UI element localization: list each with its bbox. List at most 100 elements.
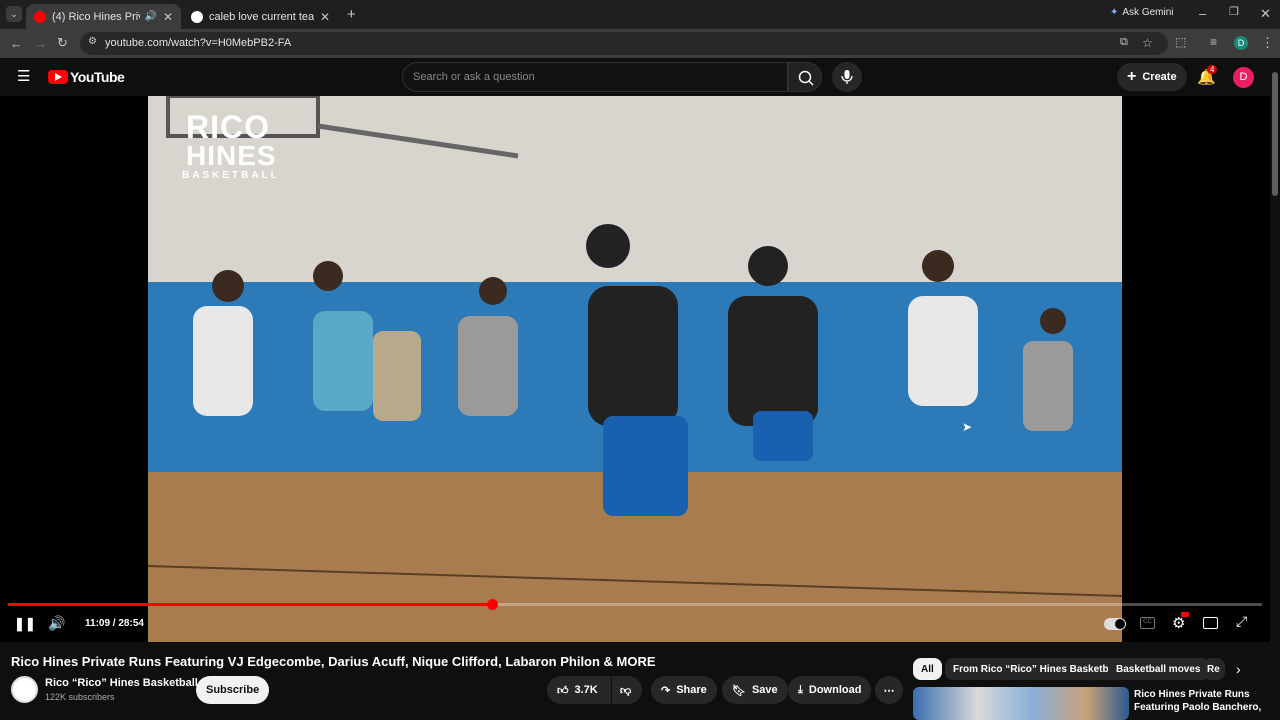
watermark-line3: BASKETBALL bbox=[182, 170, 280, 181]
browser-tab-bar: ⌄ (4) Rico Hines Private Runs 🔊 ✕ caleb … bbox=[0, 0, 1280, 29]
thumbs-down-icon: 👎︎ bbox=[620, 684, 632, 697]
tab-rico-hines[interactable]: (4) Rico Hines Private Runs 🔊 ✕ bbox=[26, 4, 181, 29]
download-icon: ⤓ bbox=[798, 683, 803, 696]
time-display: 11:09 / 28:54 bbox=[85, 618, 144, 629]
dislike-button[interactable]: 👎︎ bbox=[612, 676, 642, 704]
back-icon[interactable]: ← bbox=[10, 37, 23, 50]
like-button[interactable]: 👍︎ 3.7K bbox=[547, 676, 611, 704]
channel-avatar[interactable] bbox=[11, 676, 38, 703]
chevron-right-icon: › bbox=[1236, 661, 1241, 677]
audio-playing-icon[interactable]: 🔊 bbox=[144, 11, 156, 22]
url-text: youtube.com/watch?v=H0MebPB2-FA bbox=[105, 37, 292, 49]
channel-name[interactable]: Rico “Rico” Hines Basketball bbox=[45, 677, 198, 689]
subscriber-count: 122K subscribers bbox=[45, 692, 115, 702]
pause-icon: ❚❚ bbox=[14, 616, 36, 631]
search-input[interactable]: Search or ask a question bbox=[402, 62, 788, 92]
chip-partial[interactable]: Re bbox=[1203, 658, 1225, 680]
video-player[interactable]: RICO HINES BASKETBALL ➤ ❚❚ 🔊 11:09 / 28:… bbox=[0, 96, 1270, 642]
chip-label: From Rico “Rico” Hines Basketball bbox=[953, 663, 1120, 675]
save-label: Save bbox=[751, 684, 778, 696]
account-avatar[interactable]: D bbox=[1233, 67, 1254, 88]
thumbs-up-icon: 👍︎ bbox=[557, 684, 569, 697]
theater-mode-button[interactable] bbox=[1203, 617, 1218, 629]
tab-search-icon[interactable]: ⌄ bbox=[6, 6, 22, 22]
extensions-icon[interactable]: ⬚ bbox=[1175, 36, 1186, 48]
youtube-play-logo-icon bbox=[48, 70, 68, 84]
progress-bar[interactable] bbox=[8, 599, 1262, 610]
download-button[interactable]: ⤓ Download bbox=[788, 676, 872, 704]
cc-icon: CC bbox=[1143, 619, 1152, 625]
address-bar[interactable]: ⚙ youtube.com/watch?v=H0MebPB2-FA ⧉ ☆ bbox=[80, 32, 1168, 55]
share-label: Share bbox=[676, 684, 707, 696]
save-button[interactable]: 🔖︎ Save bbox=[722, 676, 788, 704]
gear-icon: ⚙ bbox=[1172, 615, 1186, 632]
chip-all[interactable]: All bbox=[913, 658, 942, 680]
youtube-favicon-icon bbox=[34, 10, 46, 23]
more-horizontal-icon: ⋯ bbox=[883, 684, 895, 697]
search-button[interactable] bbox=[788, 62, 822, 92]
tab-title: (4) Rico Hines Private Runs bbox=[52, 10, 140, 23]
browser-toolbar: ← → ↻ ⚙ youtube.com/watch?v=H0MebPB2-FA … bbox=[0, 29, 1280, 58]
hamburger-menu-icon[interactable]: ☰ bbox=[17, 69, 30, 84]
volume-button[interactable]: 🔊 bbox=[48, 615, 65, 632]
youtube-header: ☰ YouTube Search or ask a question + Cre… bbox=[0, 58, 1280, 96]
bookmark-icon: 🔖︎ bbox=[732, 684, 746, 697]
share-icon: ↷ bbox=[661, 684, 671, 697]
autoplay-toggle[interactable] bbox=[1104, 618, 1126, 630]
install-app-icon[interactable]: ⧉ bbox=[1120, 37, 1128, 48]
next-video-title-line2: Featuring Paolo Banchero, bbox=[1134, 702, 1262, 713]
chips-next-button[interactable]: › bbox=[1236, 661, 1241, 677]
watermark-line1: RICO bbox=[186, 109, 270, 145]
scrubber-handle[interactable] bbox=[487, 599, 499, 610]
ask-gemini-button[interactable]: ✦ Ask Gemini bbox=[1110, 7, 1174, 18]
create-button[interactable]: + Create bbox=[1117, 63, 1187, 91]
restore-icon[interactable]: ❐ bbox=[1229, 7, 1239, 18]
chip-basketball-moves[interactable]: Basketball moves bbox=[1108, 658, 1209, 680]
video-info-section: Rico Hines Private Runs Featuring VJ Edg… bbox=[0, 642, 1270, 720]
plus-icon: + bbox=[1127, 68, 1137, 85]
next-video-thumbnail[interactable] bbox=[913, 687, 1129, 720]
settings-button[interactable]: ⚙ bbox=[1172, 612, 1189, 632]
page-scrollbar[interactable] bbox=[1270, 58, 1280, 720]
more-actions-button[interactable]: ⋯ bbox=[875, 676, 903, 704]
pause-button[interactable]: ❚❚ bbox=[14, 616, 36, 632]
close-tab-icon[interactable]: ✕ bbox=[163, 10, 173, 24]
search-icon bbox=[798, 70, 814, 86]
youtube-logo[interactable]: YouTube bbox=[48, 69, 125, 85]
chip-label: All bbox=[921, 663, 934, 675]
subscribe-button[interactable]: Subscribe bbox=[196, 676, 270, 704]
new-tab-icon[interactable]: + bbox=[347, 7, 356, 22]
bookmark-star-icon[interactable]: ☆ bbox=[1142, 37, 1153, 49]
profile-avatar-icon[interactable]: D bbox=[1234, 36, 1248, 50]
forward-icon[interactable]: → bbox=[34, 37, 47, 50]
tab-google-search[interactable]: caleb love current team - Goog ✕ bbox=[183, 4, 338, 29]
notifications-button[interactable]: 🔔 4 bbox=[1197, 65, 1218, 86]
volume-icon: 🔊 bbox=[48, 615, 66, 631]
minimize-icon[interactable]: – bbox=[1199, 7, 1206, 20]
create-label: Create bbox=[1142, 71, 1177, 83]
like-count: 3.7K bbox=[574, 684, 598, 696]
google-favicon-icon bbox=[191, 10, 203, 23]
browser-menu-icon[interactable]: ⋮ bbox=[1261, 36, 1274, 49]
voice-search-button[interactable] bbox=[832, 62, 862, 92]
scrollbar-thumb[interactable] bbox=[1272, 72, 1278, 196]
autoplay-play-icon bbox=[1115, 619, 1125, 629]
media-control-icon[interactable]: ≡ bbox=[1210, 36, 1217, 48]
hd-badge-icon bbox=[1181, 612, 1189, 617]
microphone-icon bbox=[841, 70, 853, 84]
youtube-logo-text: YouTube bbox=[70, 69, 125, 85]
reload-icon[interactable]: ↻ bbox=[57, 36, 68, 49]
next-video-title-line1: Rico Hines Private Runs bbox=[1134, 689, 1250, 700]
video-frame[interactable]: RICO HINES BASKETBALL ➤ bbox=[148, 96, 1122, 642]
next-video-title[interactable]: Rico Hines Private Runs Featuring Paolo … bbox=[1134, 688, 1261, 714]
close-tab-icon[interactable]: ✕ bbox=[320, 10, 330, 24]
share-button[interactable]: ↷ Share bbox=[651, 676, 717, 704]
fullscreen-button[interactable]: ⤢ bbox=[1236, 613, 1247, 630]
site-info-icon[interactable]: ⚙ bbox=[88, 37, 97, 47]
watermark-line2: HINES bbox=[186, 140, 277, 171]
chip-label: Re bbox=[1207, 663, 1220, 675]
subtitles-button[interactable]: CC bbox=[1140, 617, 1155, 629]
close-window-icon[interactable]: ✕ bbox=[1260, 7, 1271, 20]
chip-from-channel[interactable]: From Rico “Rico” Hines Basketball bbox=[945, 658, 1128, 680]
chip-label: Basketball moves bbox=[1116, 663, 1201, 675]
